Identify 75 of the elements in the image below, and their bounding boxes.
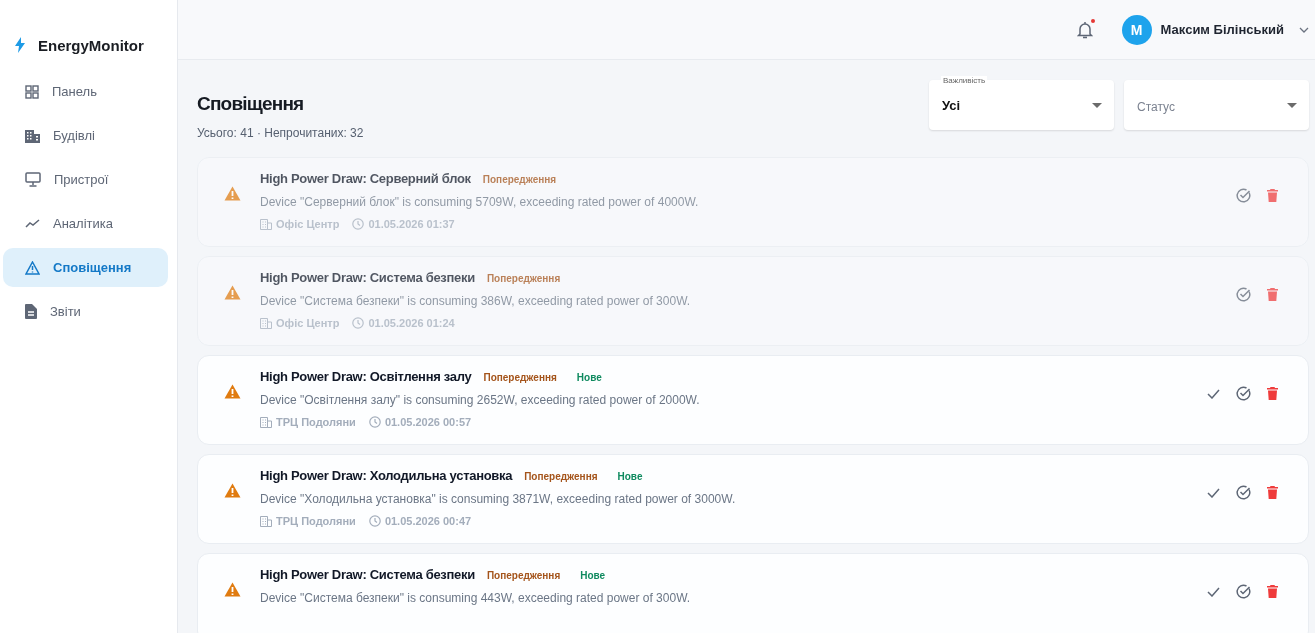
- checkmark-icon: [1207, 388, 1220, 399]
- avatar: М: [1121, 14, 1152, 45]
- brand-name: EnergyMonitor: [38, 36, 144, 54]
- warning-icon: [224, 582, 241, 597]
- severity-label: Попередження: [486, 273, 561, 284]
- checkmark-icon: [1207, 586, 1220, 597]
- timestamp: 01.05.2026 00:47: [384, 515, 472, 527]
- severity-label: Попередження: [482, 174, 557, 185]
- sidebar-item[interactable]: Звіти: [3, 292, 168, 331]
- notification-title: High Power Draw: Серверний блок: [260, 171, 471, 186]
- timestamp: 01.05.2026 00:57: [384, 416, 472, 428]
- warning-icon: [224, 285, 241, 300]
- dropdown-arrow-icon: [1287, 102, 1297, 108]
- warning-icon: [25, 260, 40, 275]
- notification-message: Device "Серверний блок" is consuming 5709W, exceeding rated power of 4000W.: [260, 195, 700, 209]
- notification-title: High Power Draw: Система безпеки: [260, 567, 475, 582]
- warning-icon: [224, 186, 241, 201]
- chevron-down-icon: [1299, 26, 1309, 33]
- clock-icon: [368, 515, 381, 527]
- building-name: Офіс Центр: [276, 218, 340, 230]
- circle-check-icon: [1236, 386, 1251, 401]
- sidebar-item[interactable]: Аналітика: [3, 204, 168, 243]
- notification-message: Device "Система безпеки" is consuming 443W, exceeding rated power of 300W.: [260, 591, 692, 605]
- severity-label: Попередження: [483, 372, 557, 383]
- trash-icon: [1267, 189, 1278, 202]
- building-name: Офіс Центр: [276, 317, 340, 329]
- circle-check-icon: [1236, 188, 1251, 203]
- building-icon: [25, 128, 40, 143]
- notification-message: Device "Освітлення залу" is consuming 2652W, exceeding rated power of 2000W.: [260, 393, 701, 407]
- severity-label: Попередження: [486, 570, 561, 581]
- notification-title: High Power Draw: Система безпеки: [260, 270, 475, 285]
- new-label: Нове: [580, 570, 606, 581]
- grid-icon: [25, 84, 39, 99]
- circle-check-icon: [1236, 287, 1251, 302]
- warning-icon: [224, 384, 241, 399]
- notification-title: High Power Draw: Освітлення залу: [260, 369, 472, 384]
- severity-label: Попередження: [524, 471, 598, 482]
- sidebar-item[interactable]: Панель: [3, 72, 168, 111]
- new-label: Нове: [576, 372, 602, 383]
- trend-icon: [25, 219, 40, 228]
- notification-message: Device "Система безпеки" is consuming 386W, exceeding rated power of 300W.: [260, 294, 692, 308]
- sidebar-item[interactable]: Сповіщення: [3, 248, 168, 287]
- timestamp: 01.05.2026 01:37: [368, 218, 455, 230]
- trash-icon: [1267, 486, 1278, 499]
- bell-icon: [1076, 20, 1093, 39]
- monitor-icon: [25, 172, 41, 187]
- building-icon: [260, 416, 272, 428]
- dropdown-arrow-icon: [1092, 102, 1102, 108]
- circle-check-icon: [1236, 584, 1251, 599]
- clock-icon: [368, 416, 381, 428]
- building-icon: [260, 218, 272, 230]
- clock-icon: [352, 317, 365, 329]
- page-title: Сповіщення: [197, 93, 305, 115]
- building-name: ТРЦ Подоляни: [276, 416, 356, 428]
- checkmark-icon: [1207, 487, 1220, 498]
- building-icon: [260, 515, 272, 527]
- notification-message: Device "Холодильна установка" is consuming 3871W, exceeding rated power of 3000W.: [260, 492, 737, 506]
- trash-icon: [1267, 288, 1278, 301]
- lightning-icon: [15, 37, 25, 53]
- clock-icon: [352, 218, 365, 230]
- document-icon: [25, 304, 37, 319]
- filter-select[interactable]: Статус: [1124, 80, 1309, 130]
- user-menu[interactable]: М Максим Білінський: [1121, 14, 1309, 45]
- building-icon: [260, 317, 272, 329]
- warning-icon: [224, 483, 241, 498]
- sidebar-item[interactable]: Будівлі: [3, 116, 168, 155]
- notification-title: High Power Draw: Холодильна установка: [260, 468, 513, 483]
- circle-check-icon: [1236, 485, 1251, 500]
- new-label: Нове: [617, 471, 643, 482]
- trash-icon: [1267, 387, 1278, 400]
- building-name: ТРЦ Подоляни: [276, 515, 356, 527]
- sidebar-item[interactable]: Пристрої: [3, 160, 168, 199]
- trash-icon: [1267, 585, 1278, 598]
- summary-text: Усього: 41 · Непрочитаних: 32: [197, 126, 364, 140]
- timestamp: 01.05.2026 01:24: [368, 317, 455, 329]
